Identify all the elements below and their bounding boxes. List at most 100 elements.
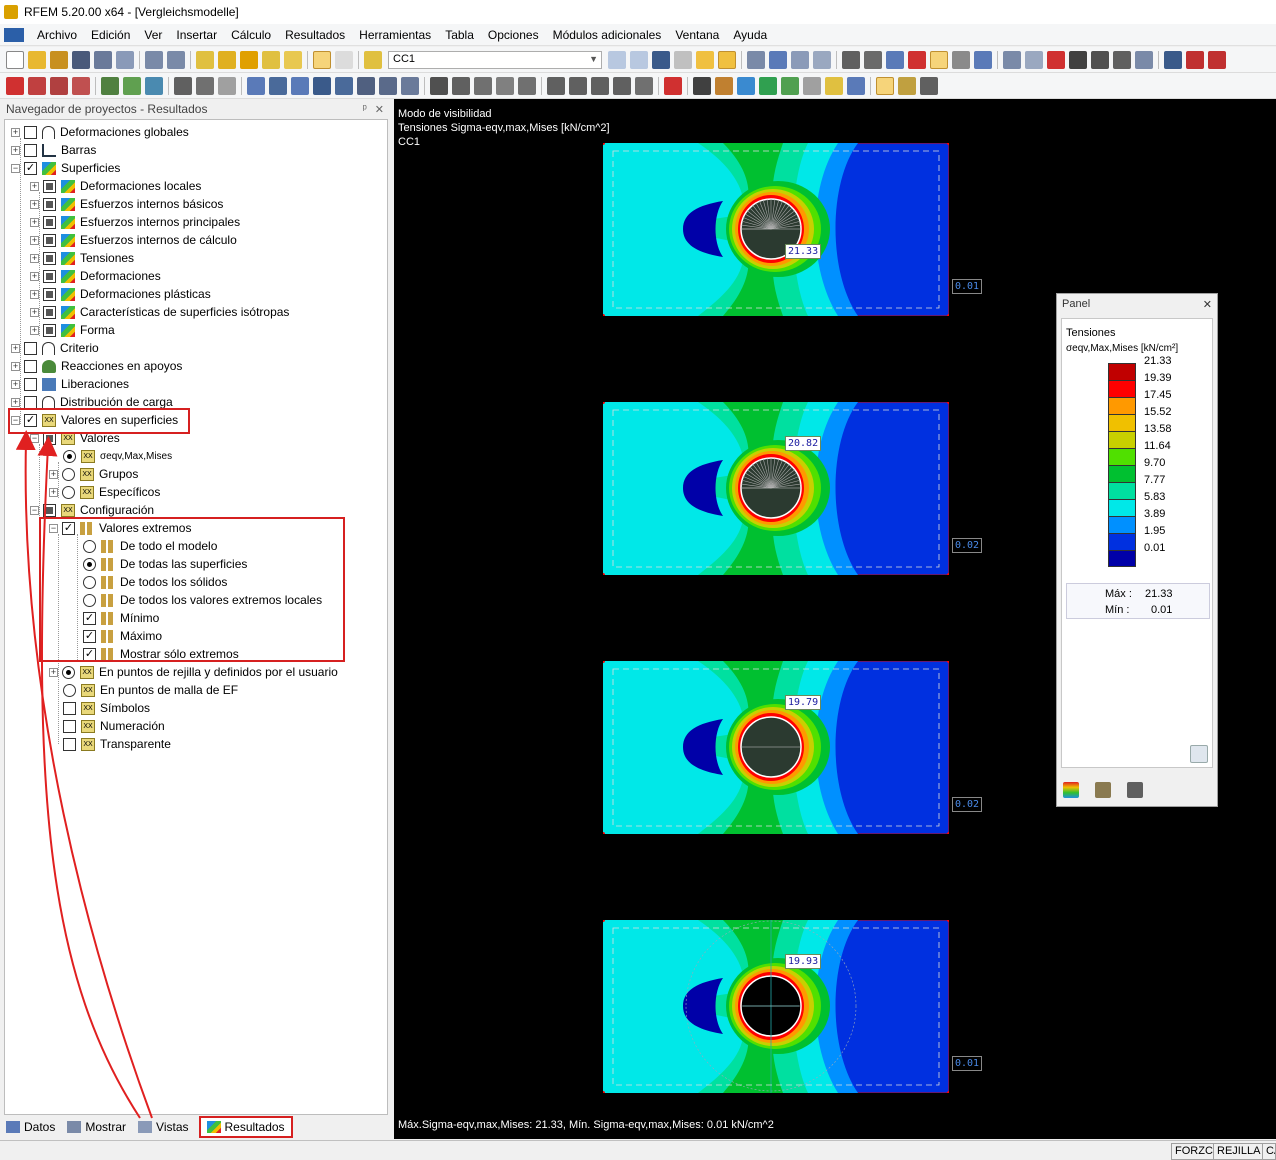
- settings-icon[interactable]: [1113, 50, 1131, 69]
- cross-icon[interactable]: [1069, 50, 1087, 69]
- layers-icon[interactable]: [847, 76, 865, 95]
- factor-icon[interactable]: [1127, 782, 1143, 798]
- menu-edicion[interactable]: Edición: [84, 28, 137, 42]
- menu-calculo[interactable]: Cálculo: [224, 28, 278, 42]
- print-graphic-icon[interactable]: [116, 50, 134, 69]
- tree-item-especificos[interactable]: + XX Específicos: [49, 483, 160, 501]
- tree-item-barras[interactable]: + Barras: [11, 141, 96, 159]
- tree-item-reacciones[interactable]: + Reacciones en apoyos: [11, 357, 182, 375]
- results-window-icon[interactable]: [284, 50, 302, 69]
- checkbox[interactable]: [63, 719, 76, 733]
- menu-insertar[interactable]: Insertar: [169, 28, 224, 42]
- checkbox[interactable]: [24, 143, 37, 157]
- checkbox[interactable]: [43, 251, 56, 265]
- tree-item-superficies[interactable]: − ✓ Superficies: [11, 159, 120, 177]
- polyline-icon[interactable]: [50, 76, 68, 95]
- checkbox[interactable]: [24, 359, 37, 373]
- list-icon[interactable]: [898, 76, 916, 95]
- zoom-legend-icon[interactable]: [1190, 745, 1208, 763]
- surface-plot-1[interactable]: [603, 143, 949, 316]
- values-icon[interactable]: [674, 50, 692, 69]
- checkbox[interactable]: [24, 125, 37, 139]
- box-icon[interactable]: [269, 76, 287, 95]
- more-icon[interactable]: [920, 76, 938, 95]
- move-icon[interactable]: [430, 76, 448, 95]
- member-new-icon[interactable]: [174, 76, 192, 95]
- rendering-icon[interactable]: [715, 76, 733, 95]
- checkbox[interactable]: [24, 395, 37, 409]
- tab-datos[interactable]: Datos: [0, 1116, 61, 1138]
- next-icon[interactable]: [630, 50, 648, 69]
- tree-item-tensiones[interactable]: + Tensiones: [30, 249, 134, 267]
- measure-icon[interactable]: [664, 76, 682, 95]
- edit-icon[interactable]: [196, 50, 214, 69]
- radio[interactable]: [62, 665, 75, 679]
- color-rendering-icon[interactable]: [737, 76, 755, 95]
- checkbox[interactable]: ✓: [24, 161, 37, 175]
- solid-render-icon[interactable]: [759, 76, 777, 95]
- tree-item-deformaciones[interactable]: + Deformaciones: [30, 267, 161, 285]
- menu-herramientas[interactable]: Herramientas: [352, 28, 438, 42]
- tree-item-deformaciones-plasticas[interactable]: + Deformaciones plásticas: [30, 285, 211, 303]
- open-project-icon[interactable]: [50, 50, 68, 69]
- tree-item-esfuerzos-calculo[interactable]: + Esfuerzos internos de cálculo: [30, 231, 237, 249]
- pin-icon[interactable]: ᵖ: [363, 103, 367, 116]
- surface-plot-3[interactable]: [603, 661, 949, 834]
- checkbox[interactable]: [24, 377, 37, 391]
- member-icon[interactable]: [908, 50, 926, 69]
- checkbox[interactable]: [43, 287, 56, 301]
- view-y-icon[interactable]: [569, 76, 587, 95]
- solid-new-icon[interactable]: [247, 76, 265, 95]
- transparent-icon[interactable]: [781, 76, 799, 95]
- balance-icon[interactable]: [1095, 782, 1111, 798]
- checkbox[interactable]: [43, 323, 56, 337]
- checkbox[interactable]: [43, 197, 56, 211]
- checkbox[interactable]: [63, 737, 76, 751]
- color-scale-icon[interactable]: [1063, 782, 1079, 798]
- checkbox[interactable]: [63, 701, 76, 715]
- rfem-logo-icon[interactable]: [4, 27, 24, 42]
- checkbox[interactable]: [43, 233, 56, 247]
- tree-item-deformaciones-globales[interactable]: + Deformaciones globales: [11, 123, 189, 141]
- tree-item-esfuerzos-principales[interactable]: + Esfuerzos internos principales: [30, 213, 240, 231]
- front-view-icon[interactable]: [518, 76, 536, 95]
- view-icon[interactable]: [974, 50, 992, 69]
- mesh-icon[interactable]: [864, 50, 882, 69]
- cube-icon[interactable]: [357, 76, 375, 95]
- tab-vistas[interactable]: Vistas: [132, 1116, 194, 1138]
- arc-icon[interactable]: [72, 76, 90, 95]
- checkbox[interactable]: [43, 179, 56, 193]
- status-grid[interactable]: REJILLA: [1213, 1143, 1265, 1160]
- zoom-icon[interactable]: [452, 76, 470, 95]
- tree-item-grupos[interactable]: + XX Grupos: [49, 465, 138, 483]
- view-x-icon[interactable]: [547, 76, 565, 95]
- radio[interactable]: [62, 467, 75, 481]
- coordinates-icon[interactable]: [635, 76, 653, 95]
- display-icon[interactable]: [876, 76, 894, 95]
- tree-item-forma[interactable]: + Forma: [30, 321, 115, 339]
- checkbox[interactable]: [43, 215, 56, 229]
- grid-icon[interactable]: [842, 50, 860, 69]
- node-icon[interactable]: [6, 76, 24, 95]
- radio[interactable]: [63, 449, 76, 463]
- iso-view-icon[interactable]: [496, 76, 514, 95]
- tree-item-sigma[interactable]: XX σeqv,Max,Mises: [63, 447, 172, 465]
- report-icon[interactable]: [1186, 50, 1204, 69]
- zoom-window-icon[interactable]: [474, 76, 492, 95]
- tools-icon[interactable]: [1135, 50, 1153, 69]
- tab-resultados[interactable]: Resultados: [198, 1116, 293, 1138]
- tree-item-simbolos[interactable]: XX Símbolos: [63, 699, 150, 717]
- section-icon[interactable]: [769, 50, 787, 69]
- view-z-icon[interactable]: [591, 76, 609, 95]
- tree-item-caracteristicas[interactable]: + Características de superficies isótropa…: [30, 303, 289, 321]
- panel-icon[interactable]: [335, 50, 353, 69]
- radio[interactable]: [62, 485, 75, 499]
- previous-icon[interactable]: [608, 50, 626, 69]
- export-icon[interactable]: [1164, 50, 1182, 69]
- wall-icon[interactable]: [313, 76, 331, 95]
- surface-plot-4[interactable]: [603, 920, 949, 1093]
- status-snap[interactable]: FORZC: [1171, 1143, 1217, 1160]
- grid-points-icon[interactable]: [379, 76, 397, 95]
- menu-ventana[interactable]: Ventana: [668, 28, 726, 42]
- support-icon[interactable]: [101, 76, 119, 95]
